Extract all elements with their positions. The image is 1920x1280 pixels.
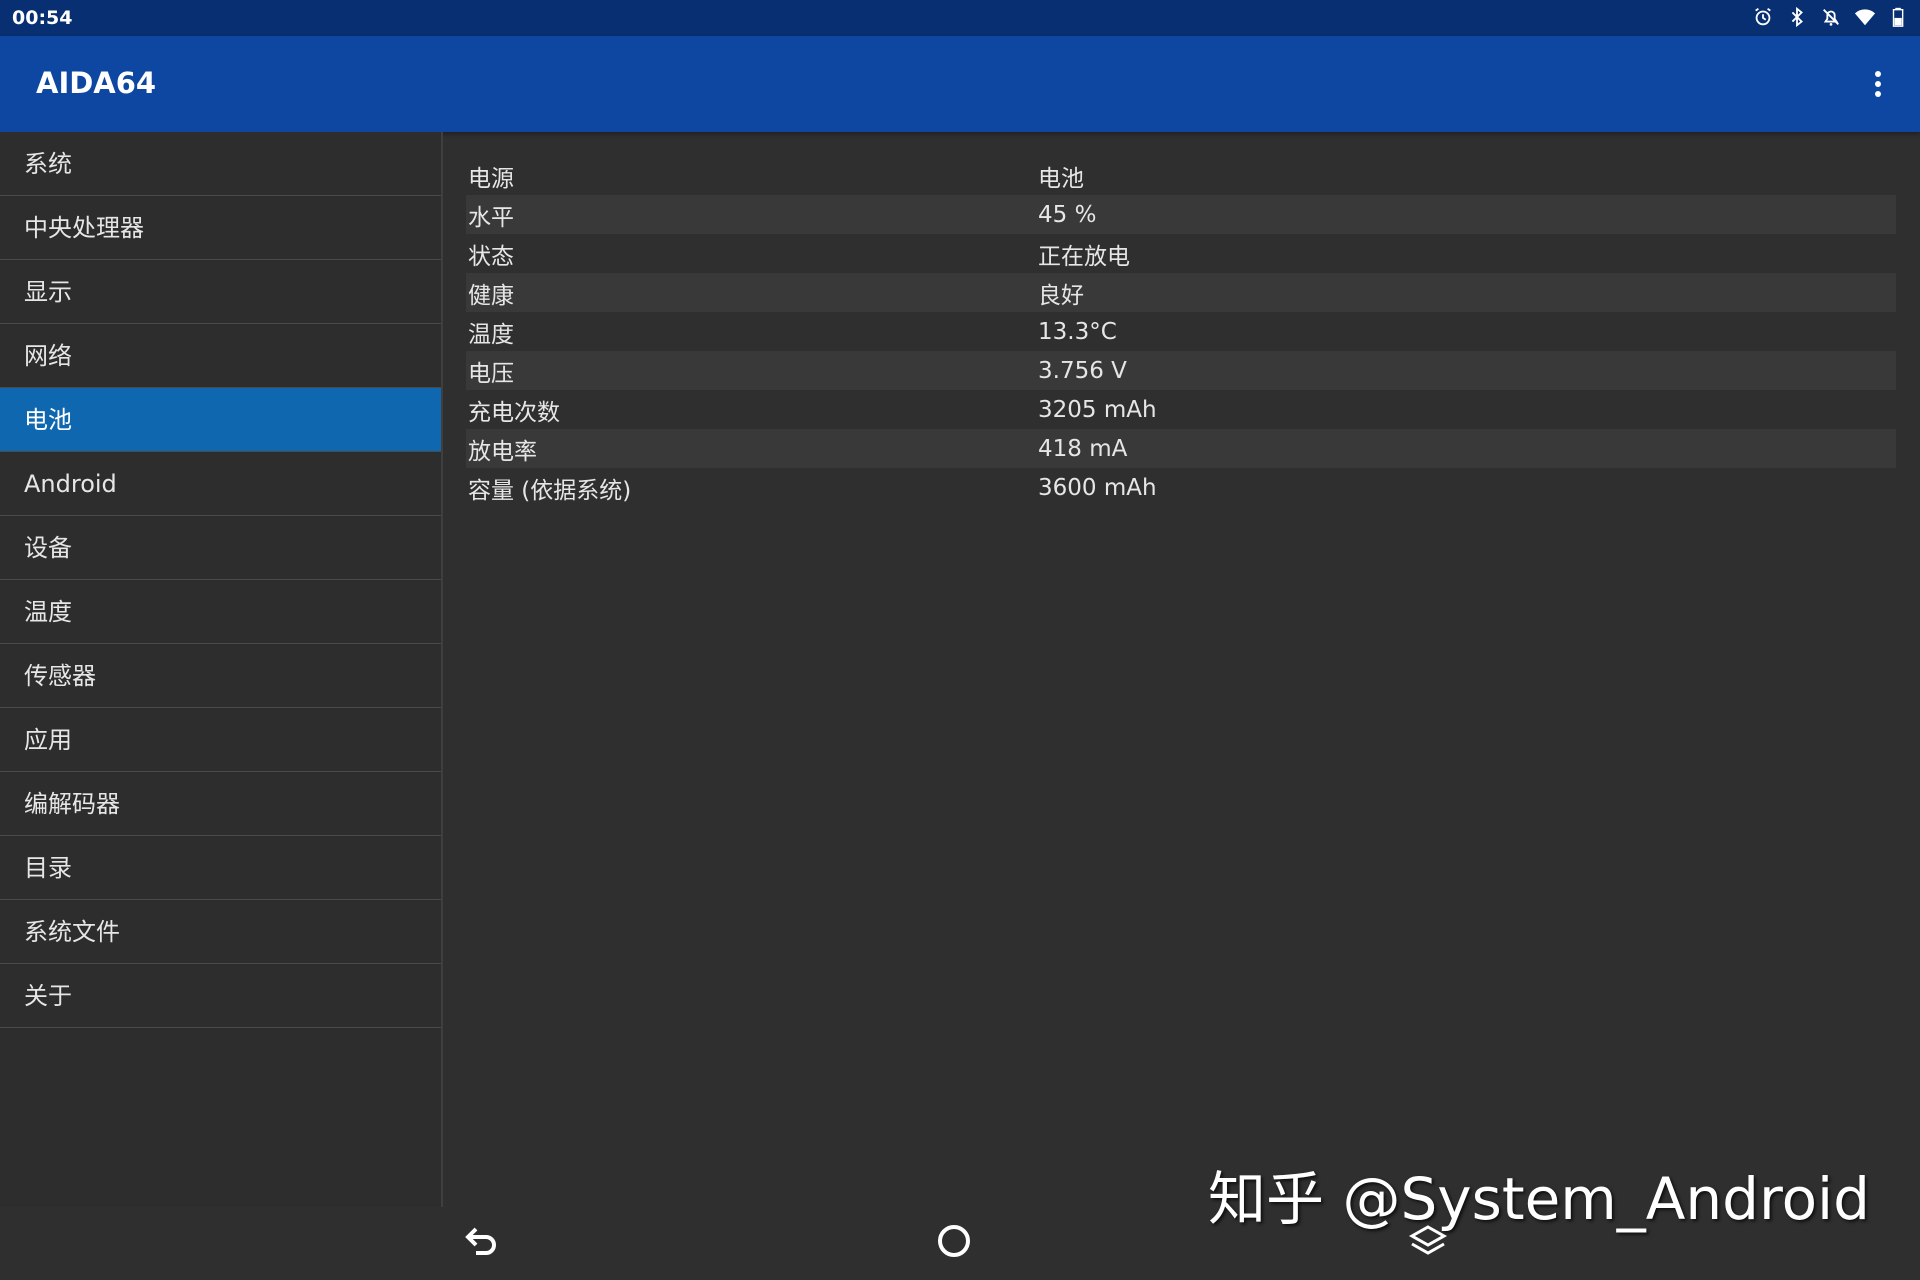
info-label: 充电次数 — [468, 399, 560, 426]
status-bar: 00:54 — [0, 0, 1920, 36]
alarm-icon — [1752, 6, 1774, 28]
sidebar-item-apps[interactable]: 应用 — [0, 708, 441, 772]
info-value: 45 % — [1038, 201, 1097, 228]
info-value: 良好 — [1038, 282, 1084, 309]
notifications-off-icon — [1820, 6, 1842, 28]
status-time: 00:54 — [12, 7, 73, 29]
watermark: 知乎 @System_Android — [1208, 1165, 1870, 1233]
sidebar-item-display[interactable]: 显示 — [0, 260, 441, 324]
app-bar: AIDA64 — [0, 36, 1920, 132]
sidebar-item-android[interactable]: Android — [0, 452, 441, 516]
sidebar-item-system[interactable]: 系统 — [0, 132, 441, 196]
info-row: 水平 45 % — [466, 195, 1896, 234]
sidebar-item-directories[interactable]: 目录 — [0, 836, 441, 900]
info-value: 电池 — [1038, 165, 1084, 192]
info-label: 电源 — [468, 165, 514, 192]
sidebar-item-system-files[interactable]: 系统文件 — [0, 900, 441, 964]
back-icon[interactable] — [454, 1215, 506, 1267]
info-value: 3600 mAh — [1038, 474, 1157, 501]
info-row: 容量 (依据系统) 3600 mAh — [466, 468, 1896, 507]
sidebar-item-about[interactable]: 关于 — [0, 964, 441, 1028]
sidebar-item-codecs[interactable]: 编解码器 — [0, 772, 441, 836]
sidebar-item-sensors[interactable]: 传感器 — [0, 644, 441, 708]
info-label: 容量 (依据系统) — [468, 477, 632, 504]
info-row: 温度 13.3°C — [466, 312, 1896, 351]
sidebar-item-network[interactable]: 网络 — [0, 324, 441, 388]
info-value: 418 mA — [1038, 435, 1128, 462]
info-label: 电压 — [468, 360, 514, 387]
info-row: 电压 3.756 V — [466, 351, 1896, 390]
sidebar: 系统 中央处理器 显示 网络 电池 Android 设备 温度 传感器 应用 编… — [0, 132, 443, 1207]
info-value: 正在放电 — [1038, 243, 1130, 270]
home-icon[interactable] — [928, 1215, 980, 1267]
info-value: 3.756 V — [1038, 357, 1127, 384]
info-label: 水平 — [468, 204, 514, 231]
info-row: 充电次数 3205 mAh — [466, 390, 1896, 429]
battery-info-list: 电源 电池 水平 45 % 状态 正在放电 健康 良好 温度 13.3°C 电压… — [466, 156, 1896, 507]
bluetooth-icon — [1786, 6, 1808, 28]
app-title: AIDA64 — [36, 66, 157, 100]
sidebar-item-battery[interactable]: 电池 — [0, 388, 441, 452]
info-label: 健康 — [468, 282, 514, 309]
sidebar-item-thermal[interactable]: 温度 — [0, 580, 441, 644]
info-row: 健康 良好 — [466, 273, 1896, 312]
info-row: 状态 正在放电 — [466, 234, 1896, 273]
sidebar-item-cpu[interactable]: 中央处理器 — [0, 196, 441, 260]
info-value: 13.3°C — [1038, 318, 1117, 345]
info-row: 放电率 418 mA — [466, 429, 1896, 468]
info-label: 放电率 — [468, 438, 537, 465]
info-row: 电源 电池 — [466, 156, 1896, 195]
wifi-icon — [1854, 6, 1876, 28]
status-icons — [1752, 6, 1910, 28]
sidebar-item-devices[interactable]: 设备 — [0, 516, 441, 580]
info-label: 温度 — [468, 321, 514, 348]
battery-icon — [1888, 6, 1910, 28]
info-value: 3205 mAh — [1038, 396, 1157, 423]
info-label: 状态 — [468, 243, 514, 270]
more-vert-icon[interactable] — [1858, 64, 1898, 104]
